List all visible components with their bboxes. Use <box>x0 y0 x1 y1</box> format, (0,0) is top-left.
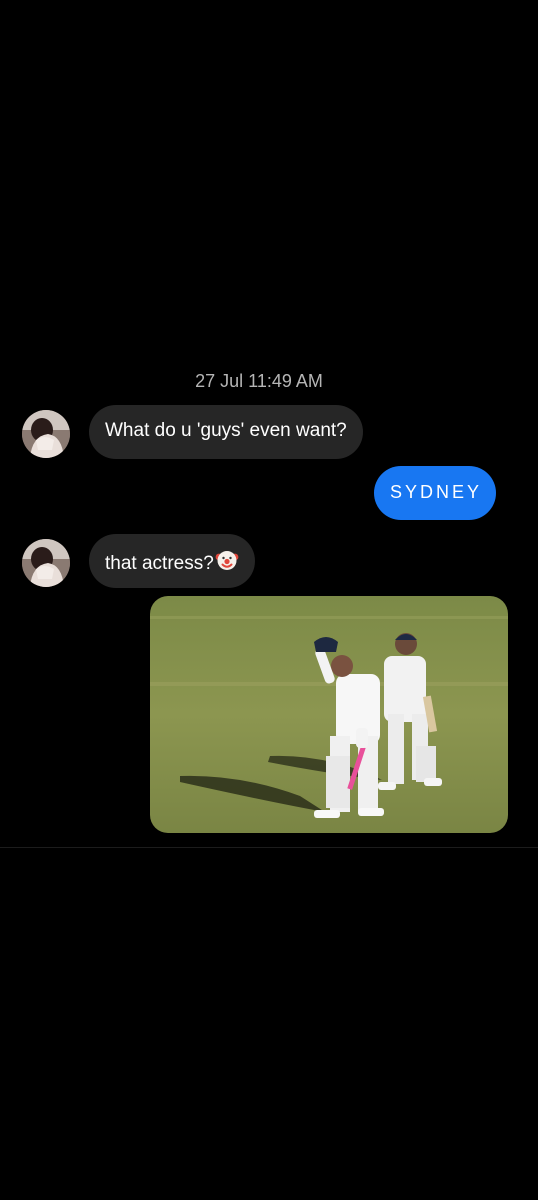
sender-avatar[interactable] <box>22 410 70 458</box>
outgoing-message-bubble[interactable]: SYDNEY <box>374 466 497 520</box>
clown-face-icon <box>215 548 239 579</box>
cricket-players-photo[interactable] <box>150 596 508 833</box>
incoming-message-bubble[interactable]: What do u 'guys' even want? <box>89 405 363 459</box>
message-text: What do u 'guys' even want? <box>105 420 347 441</box>
message-text: that actress? <box>105 553 214 574</box>
sender-avatar[interactable] <box>22 539 70 587</box>
message-text: SYDNEY <box>390 482 483 502</box>
incoming-message-bubble[interactable]: that actress? <box>89 534 255 588</box>
message-timestamp: 27 Jul 11:49 AM <box>195 371 323 391</box>
divider <box>0 847 538 848</box>
